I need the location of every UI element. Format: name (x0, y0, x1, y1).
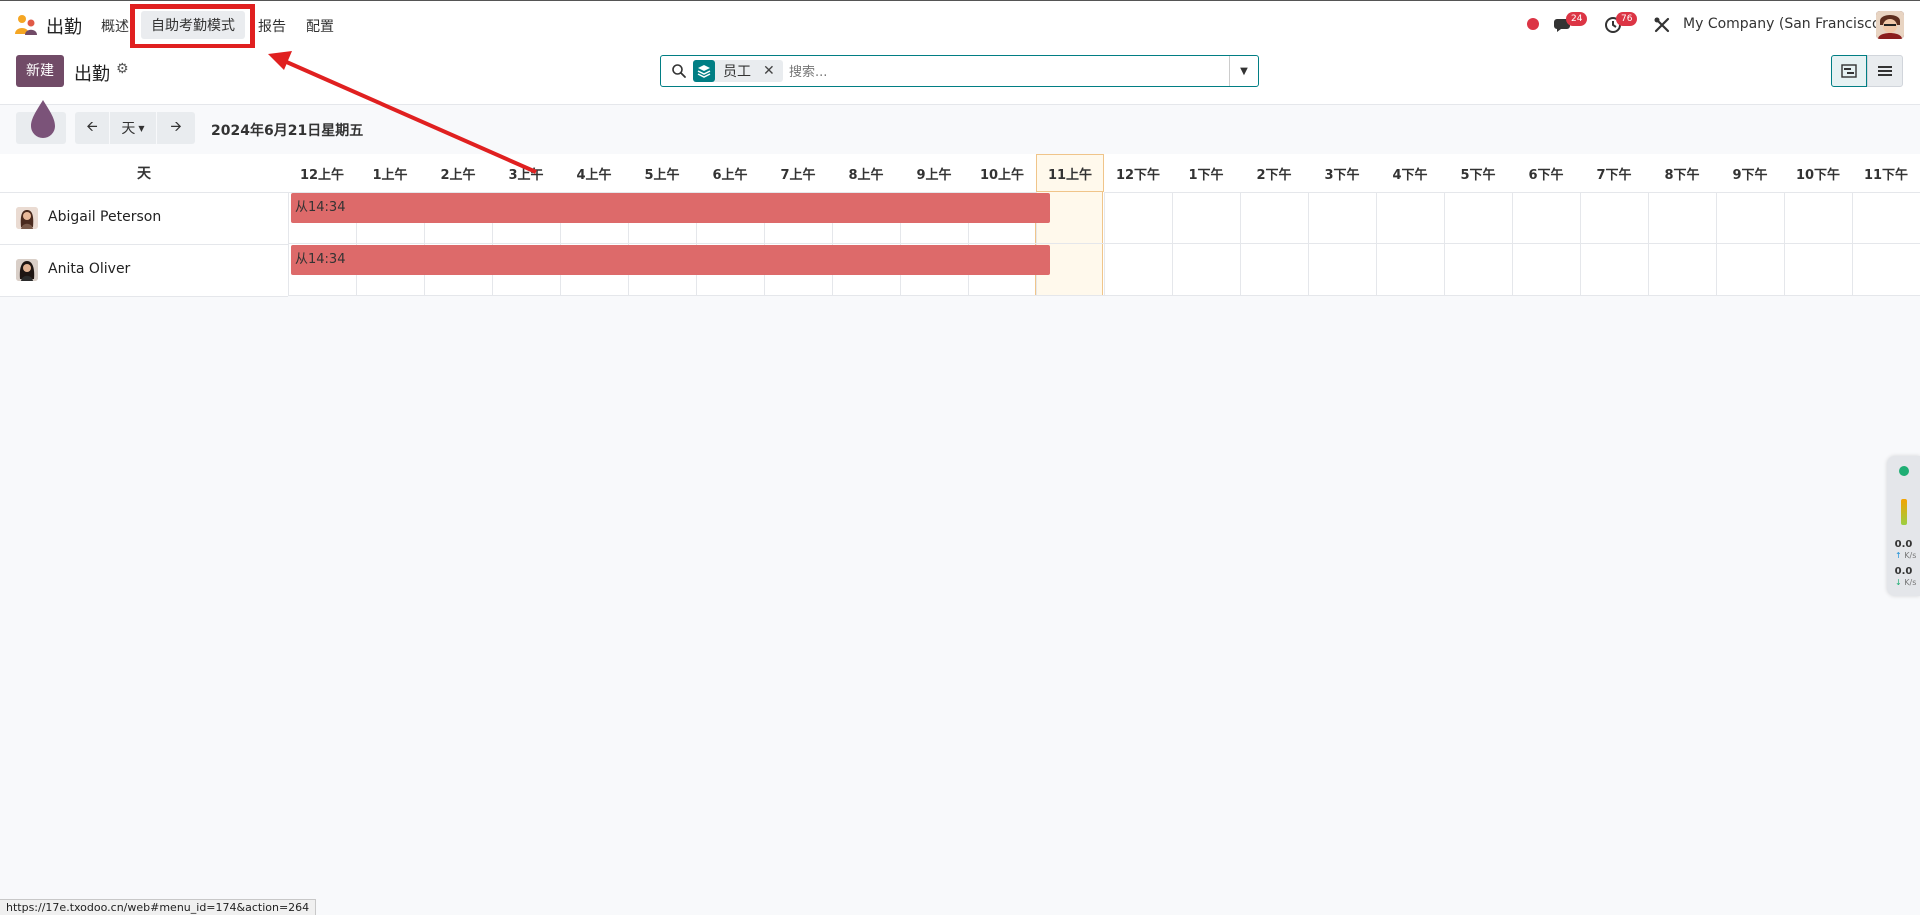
control-panel: 新建 出勤 ⚙ 员工 ✕ ▼ (0, 48, 1920, 105)
hour-header: 9上午 (900, 154, 968, 193)
status-bar-url: https://17e.txodoo.cn/web#menu_id=174&ac… (0, 899, 317, 915)
hour-header: 8下午 (1648, 154, 1716, 193)
arrow-left-icon: 🡨 (86, 119, 98, 135)
hour-header: 4上午 (560, 154, 628, 193)
search-facet-employee[interactable]: 员工 ✕ (693, 60, 783, 82)
employee-name: Abigail Peterson (48, 209, 162, 225)
scale-label: 天 (121, 121, 136, 137)
top-navbar: 出勤 概述 自助考勤模式 报告 配置 24 76 My Company (San… (0, 0, 1920, 49)
gear-icon[interactable]: ⚙ (116, 61, 129, 77)
level-bar-icon (1901, 499, 1907, 525)
hour-header: 8上午 (832, 154, 900, 193)
grid-line (1308, 192, 1309, 296)
caret-down-icon: ▼ (138, 123, 145, 133)
gantt-chart: 天 12上午 1上午 2上午 3上午 4上午 5上午 6上午 7上午 8上午 9上午 10上午 11上… (0, 154, 1920, 297)
messages-badge: 24 (1566, 12, 1588, 26)
grid-line (1852, 192, 1853, 296)
download-speed-value: 0.0 (1894, 566, 1913, 577)
hour-header: 2下午 (1240, 154, 1308, 193)
employee-name: Anita Oliver (48, 261, 131, 277)
search-input[interactable] (787, 60, 1151, 84)
grid-line (1240, 192, 1241, 296)
droplet-icon (31, 100, 55, 138)
scale-dropdown[interactable]: 天 ▼ (110, 112, 156, 144)
user-avatar[interactable] (1876, 11, 1904, 39)
search-options-toggle[interactable]: ▼ (1229, 56, 1258, 86)
next-button[interactable]: 🡪 (157, 112, 195, 144)
new-button[interactable]: 新建 (16, 55, 64, 87)
row-separator (288, 295, 1920, 296)
previous-button[interactable]: 🡨 (75, 112, 109, 144)
view-list-button[interactable] (1867, 55, 1903, 87)
hour-header: 10上午 (968, 154, 1036, 193)
gantt-row-label[interactable]: Anita Oliver (0, 244, 288, 297)
list-view-icon (1878, 66, 1892, 76)
attendance-pill[interactable]: 从14:34 (291, 193, 1050, 223)
search-icon (672, 64, 686, 78)
attendance-pill[interactable]: 从14:34 (291, 245, 1050, 275)
network-speed-widget[interactable]: 0.0 ↑ K/s 0.0 ↓ K/s (1887, 456, 1920, 596)
hour-header: 1下午 (1172, 154, 1240, 193)
hour-header: 5上午 (628, 154, 696, 193)
hour-header: 7上午 (764, 154, 832, 193)
grid-line (1104, 192, 1105, 296)
attendance-app-icon[interactable] (14, 14, 38, 36)
hour-header: 10下午 (1784, 154, 1852, 193)
recording-indicator-icon[interactable] (1527, 18, 1539, 30)
hour-header: 6上午 (696, 154, 764, 193)
grid-line (1444, 192, 1445, 296)
employee-avatar (16, 259, 38, 281)
grid-line (1376, 192, 1377, 296)
grid-line (288, 192, 289, 296)
annotation-highlight-box (130, 4, 255, 49)
search-bar[interactable]: 员工 ✕ ▼ (660, 55, 1259, 87)
arrow-right-icon: 🡪 (170, 119, 182, 135)
facet-remove-icon[interactable]: ✕ (759, 63, 783, 79)
page-title: 出勤 (74, 64, 110, 85)
hour-header: 7下午 (1580, 154, 1648, 193)
menu-overview[interactable]: 概述 (101, 16, 129, 36)
upload-speed-unit: ↑ K/s (1895, 551, 1917, 560)
status-dot-icon (1899, 466, 1909, 476)
grid-line (1580, 192, 1581, 296)
menu-reporting[interactable]: 报告 (258, 16, 286, 36)
facet-label: 员工 (723, 64, 751, 80)
grid-line (1512, 192, 1513, 296)
gantt-row-label[interactable]: Abigail Peterson (0, 192, 288, 245)
activities-badge: 76 (1616, 12, 1638, 26)
hour-header: 3下午 (1308, 154, 1376, 193)
hour-header: 2上午 (424, 154, 492, 193)
hour-header: 1上午 (356, 154, 424, 193)
hour-header: 9下午 (1716, 154, 1784, 193)
hour-header: 4下午 (1376, 154, 1444, 193)
current-date-label: 2024年6月21日星期五 (211, 123, 364, 139)
caret-down-icon: ▼ (1240, 65, 1248, 77)
hour-header: 3上午 (492, 154, 560, 193)
gantt-group-header: 天 (0, 154, 288, 193)
hour-header: 11上午 (1036, 154, 1104, 192)
employee-avatar (16, 207, 38, 229)
hour-header: 6下午 (1512, 154, 1580, 193)
hour-header: 12上午 (288, 154, 356, 193)
hour-header: 5下午 (1444, 154, 1512, 193)
view-gantt-button[interactable] (1831, 55, 1867, 87)
layers-icon (693, 60, 715, 82)
upload-speed-value: 0.0 (1894, 539, 1913, 550)
tools-icon[interactable] (1653, 16, 1671, 34)
grid-line (1172, 192, 1173, 296)
gantt-view-icon (1841, 64, 1857, 78)
app-name[interactable]: 出勤 (46, 13, 82, 39)
hour-header: 12下午 (1104, 154, 1172, 193)
grid-line (1648, 192, 1649, 296)
hour-header: 11下午 (1852, 154, 1920, 193)
gantt-toolbar: 🡨 天 ▼ 🡪 2024年6月21日星期五 (0, 104, 1920, 154)
menu-configuration[interactable]: 配置 (306, 16, 334, 36)
company-switcher[interactable]: My Company (San Francisco) (1683, 16, 1886, 32)
download-speed-unit: ↓ K/s (1895, 578, 1917, 587)
row-separator (288, 243, 1920, 244)
grid-line (1716, 192, 1717, 296)
grid-line (1784, 192, 1785, 296)
